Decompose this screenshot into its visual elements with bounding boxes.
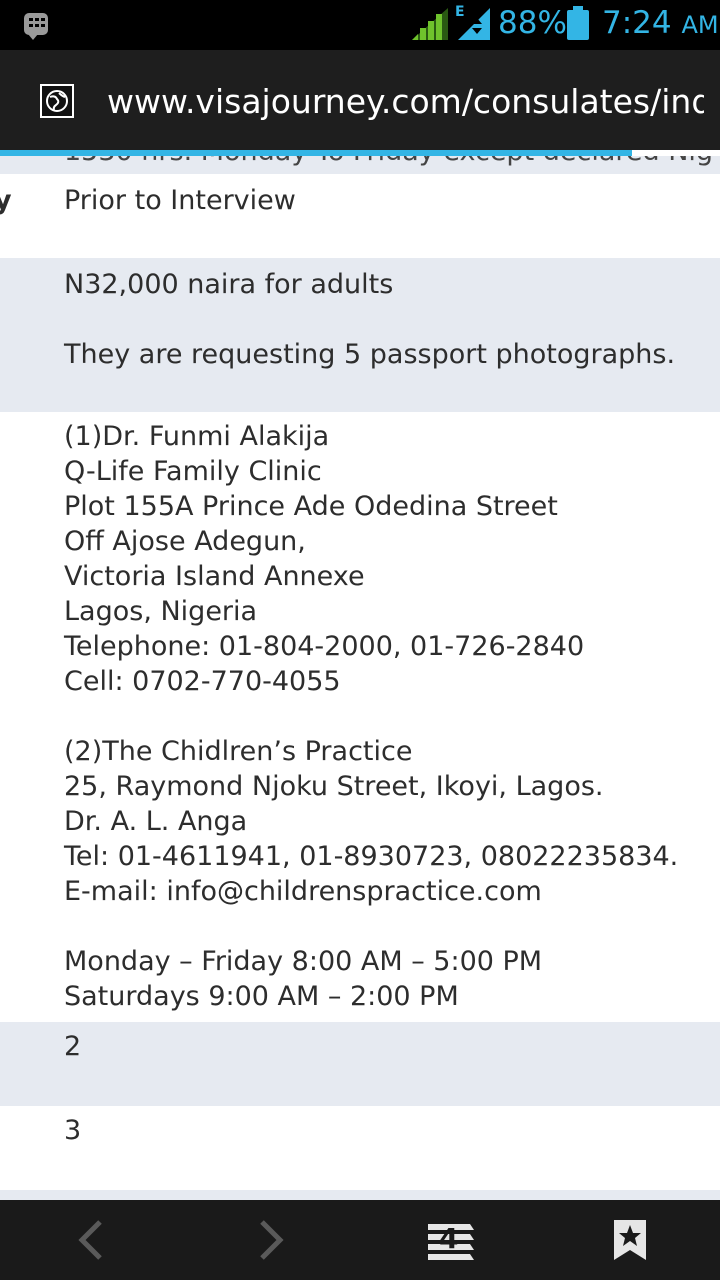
tabs-count: 4 bbox=[439, 1222, 459, 1255]
forward-button[interactable] bbox=[230, 1200, 310, 1280]
chevron-left-icon bbox=[78, 1220, 102, 1260]
page-content[interactable]: 1530 hrs. Monday To Friday except declar… bbox=[0, 156, 720, 1200]
table-row: y Prior to Interview bbox=[0, 174, 720, 258]
table-row: 2 bbox=[0, 1022, 720, 1106]
back-button[interactable] bbox=[50, 1200, 130, 1280]
address-bar[interactable]: www.visajourney.com/consulates/index bbox=[0, 50, 720, 150]
bookmark-star-icon bbox=[614, 1220, 646, 1260]
table-cell: 3 bbox=[64, 1115, 82, 1146]
clock: 7:24 AM bbox=[602, 5, 719, 41]
partial-hours-text: 1530 hrs. Monday To Friday except declar… bbox=[64, 156, 713, 169]
browser-navigation-bar: 4 bbox=[0, 1200, 720, 1280]
url-text[interactable]: www.visajourney.com/consulates/index bbox=[107, 82, 704, 122]
status-bar: E 88% 7:24 AM bbox=[0, 0, 720, 50]
chevron-right-icon bbox=[260, 1220, 284, 1260]
tabs-button[interactable]: 4 bbox=[410, 1200, 490, 1280]
clock-time: 7:24 bbox=[602, 5, 672, 41]
table-cell: N32,000 naira for adults They are reques… bbox=[64, 269, 676, 370]
battery-icon bbox=[567, 6, 589, 40]
table-cell: (1)Dr. Funmi Alakija Q-Life Family Clini… bbox=[64, 421, 679, 1012]
table-row: N32,000 naira for adults They are reques… bbox=[0, 258, 720, 412]
signal-strength-icon bbox=[412, 8, 448, 40]
bookmarks-button[interactable] bbox=[590, 1200, 670, 1280]
table-row-partial bbox=[0, 1190, 720, 1200]
bbm-notification-icon bbox=[24, 13, 48, 40]
label-fragment: y bbox=[0, 185, 12, 216]
table-row-partial: 1530 hrs. Monday To Friday except declar… bbox=[0, 156, 720, 174]
table-cell: Prior to Interview bbox=[64, 185, 296, 216]
site-favicon-icon bbox=[40, 84, 74, 118]
table-row: (1)Dr. Funmi Alakija Q-Life Family Clini… bbox=[0, 412, 720, 1022]
table-cell: 2 bbox=[64, 1031, 82, 1062]
table-row: 3 bbox=[0, 1106, 720, 1190]
data-signal-icon bbox=[458, 8, 490, 40]
battery-percent: 88% bbox=[498, 5, 567, 41]
clock-ampm: AM bbox=[681, 11, 719, 39]
